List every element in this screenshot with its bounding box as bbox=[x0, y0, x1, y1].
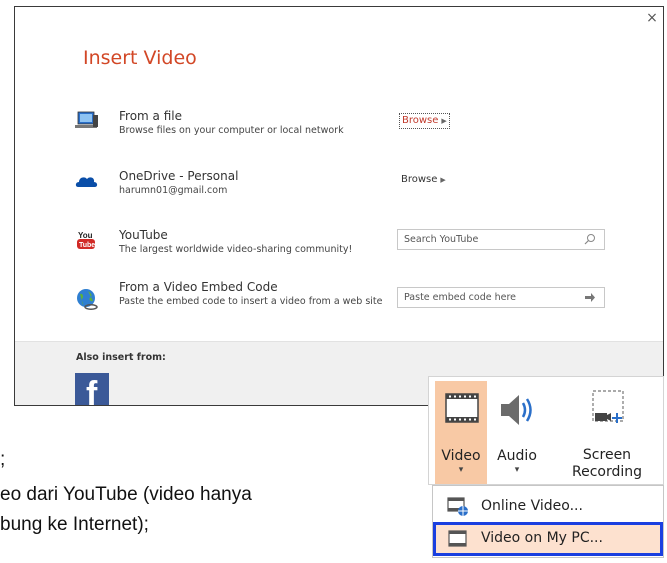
globe-link-icon bbox=[77, 289, 98, 310]
video-on-my-pc-label: Video on My PC... bbox=[481, 530, 603, 546]
insert-video-dialog: × Insert Video From a file Browse files … bbox=[14, 6, 664, 406]
video-dropdown-menu: Online Video... Video on My PC... bbox=[432, 485, 664, 558]
insert-arrow-icon[interactable] bbox=[584, 291, 596, 304]
embed-code-input[interactable] bbox=[404, 290, 574, 305]
onedrive-account: harumn01@gmail.com bbox=[119, 185, 228, 196]
video-ribbon-button[interactable]: Video ▾ bbox=[435, 381, 487, 484]
browse-onedrive-label: Browse bbox=[401, 174, 438, 185]
chevron-right-icon: ▶ bbox=[441, 117, 447, 125]
dialog-title: Insert Video bbox=[83, 47, 197, 69]
onedrive-title: OneDrive - Personal bbox=[119, 169, 239, 183]
screen-recording-icon bbox=[592, 390, 624, 423]
youtube-icon: You Tube bbox=[77, 231, 95, 249]
svg-text:You: You bbox=[78, 231, 93, 240]
onedrive-cloud-icon bbox=[75, 177, 98, 187]
screen-label-line-1: Screen bbox=[582, 447, 632, 463]
video-ribbon-label: Video bbox=[441, 448, 481, 464]
from-file-desc: Browse files on your computer or local n… bbox=[119, 125, 344, 136]
youtube-search-input[interactable] bbox=[404, 232, 574, 247]
chevron-down-icon: ▾ bbox=[514, 465, 520, 475]
close-icon[interactable]: × bbox=[645, 11, 659, 25]
chevron-right-icon: ▶ bbox=[440, 176, 446, 184]
film-icon bbox=[445, 393, 479, 423]
video-on-my-pc-menu-item[interactable]: Video on My PC... bbox=[433, 522, 663, 556]
browse-file-button[interactable]: Browse ▶ bbox=[399, 113, 450, 129]
embed-code-desc: Paste the embed code to insert a video f… bbox=[119, 296, 383, 307]
youtube-desc: The largest worldwide video-sharing comm… bbox=[119, 244, 353, 255]
chevron-down-icon: ▾ bbox=[458, 465, 464, 475]
online-video-icon bbox=[447, 497, 468, 516]
youtube-title: YouTube bbox=[119, 228, 168, 242]
ribbon-media-group: Video ▾ Audio ▾ Screen Recording bbox=[428, 376, 664, 485]
screen-recording-ribbon-button[interactable]: Screen Recording bbox=[551, 381, 663, 484]
embed-code-title: From a Video Embed Code bbox=[119, 280, 278, 294]
browse-onedrive-button[interactable]: Browse ▶ bbox=[399, 173, 448, 187]
facebook-button[interactable]: f bbox=[75, 373, 109, 406]
computer-icon bbox=[75, 111, 98, 128]
also-insert-label: Also insert from: bbox=[76, 352, 166, 363]
search-icon[interactable] bbox=[584, 233, 596, 246]
embed-code-field bbox=[397, 287, 605, 308]
audio-ribbon-button[interactable]: Audio ▾ bbox=[491, 381, 543, 484]
background-text-fragment: ; bbox=[0, 449, 6, 470]
video-file-icon bbox=[448, 530, 467, 547]
online-video-label: Online Video... bbox=[481, 498, 583, 514]
speaker-icon bbox=[501, 395, 532, 425]
audio-ribbon-label: Audio bbox=[497, 448, 537, 464]
svg-text:Tube: Tube bbox=[79, 242, 95, 249]
from-file-title: From a file bbox=[119, 109, 182, 123]
background-text-line-1: eo dari YouTube (video hanya bbox=[0, 484, 252, 505]
facebook-icon: f bbox=[86, 375, 98, 406]
background-text-line-2: bung ke Internet); bbox=[0, 514, 149, 535]
screen-recording-label: Screen Recording bbox=[551, 447, 663, 481]
youtube-search-field bbox=[397, 229, 605, 250]
screen-label-line-2: Recording bbox=[571, 464, 643, 480]
online-video-menu-item[interactable]: Online Video... bbox=[435, 492, 661, 522]
browse-file-label: Browse bbox=[402, 115, 439, 126]
